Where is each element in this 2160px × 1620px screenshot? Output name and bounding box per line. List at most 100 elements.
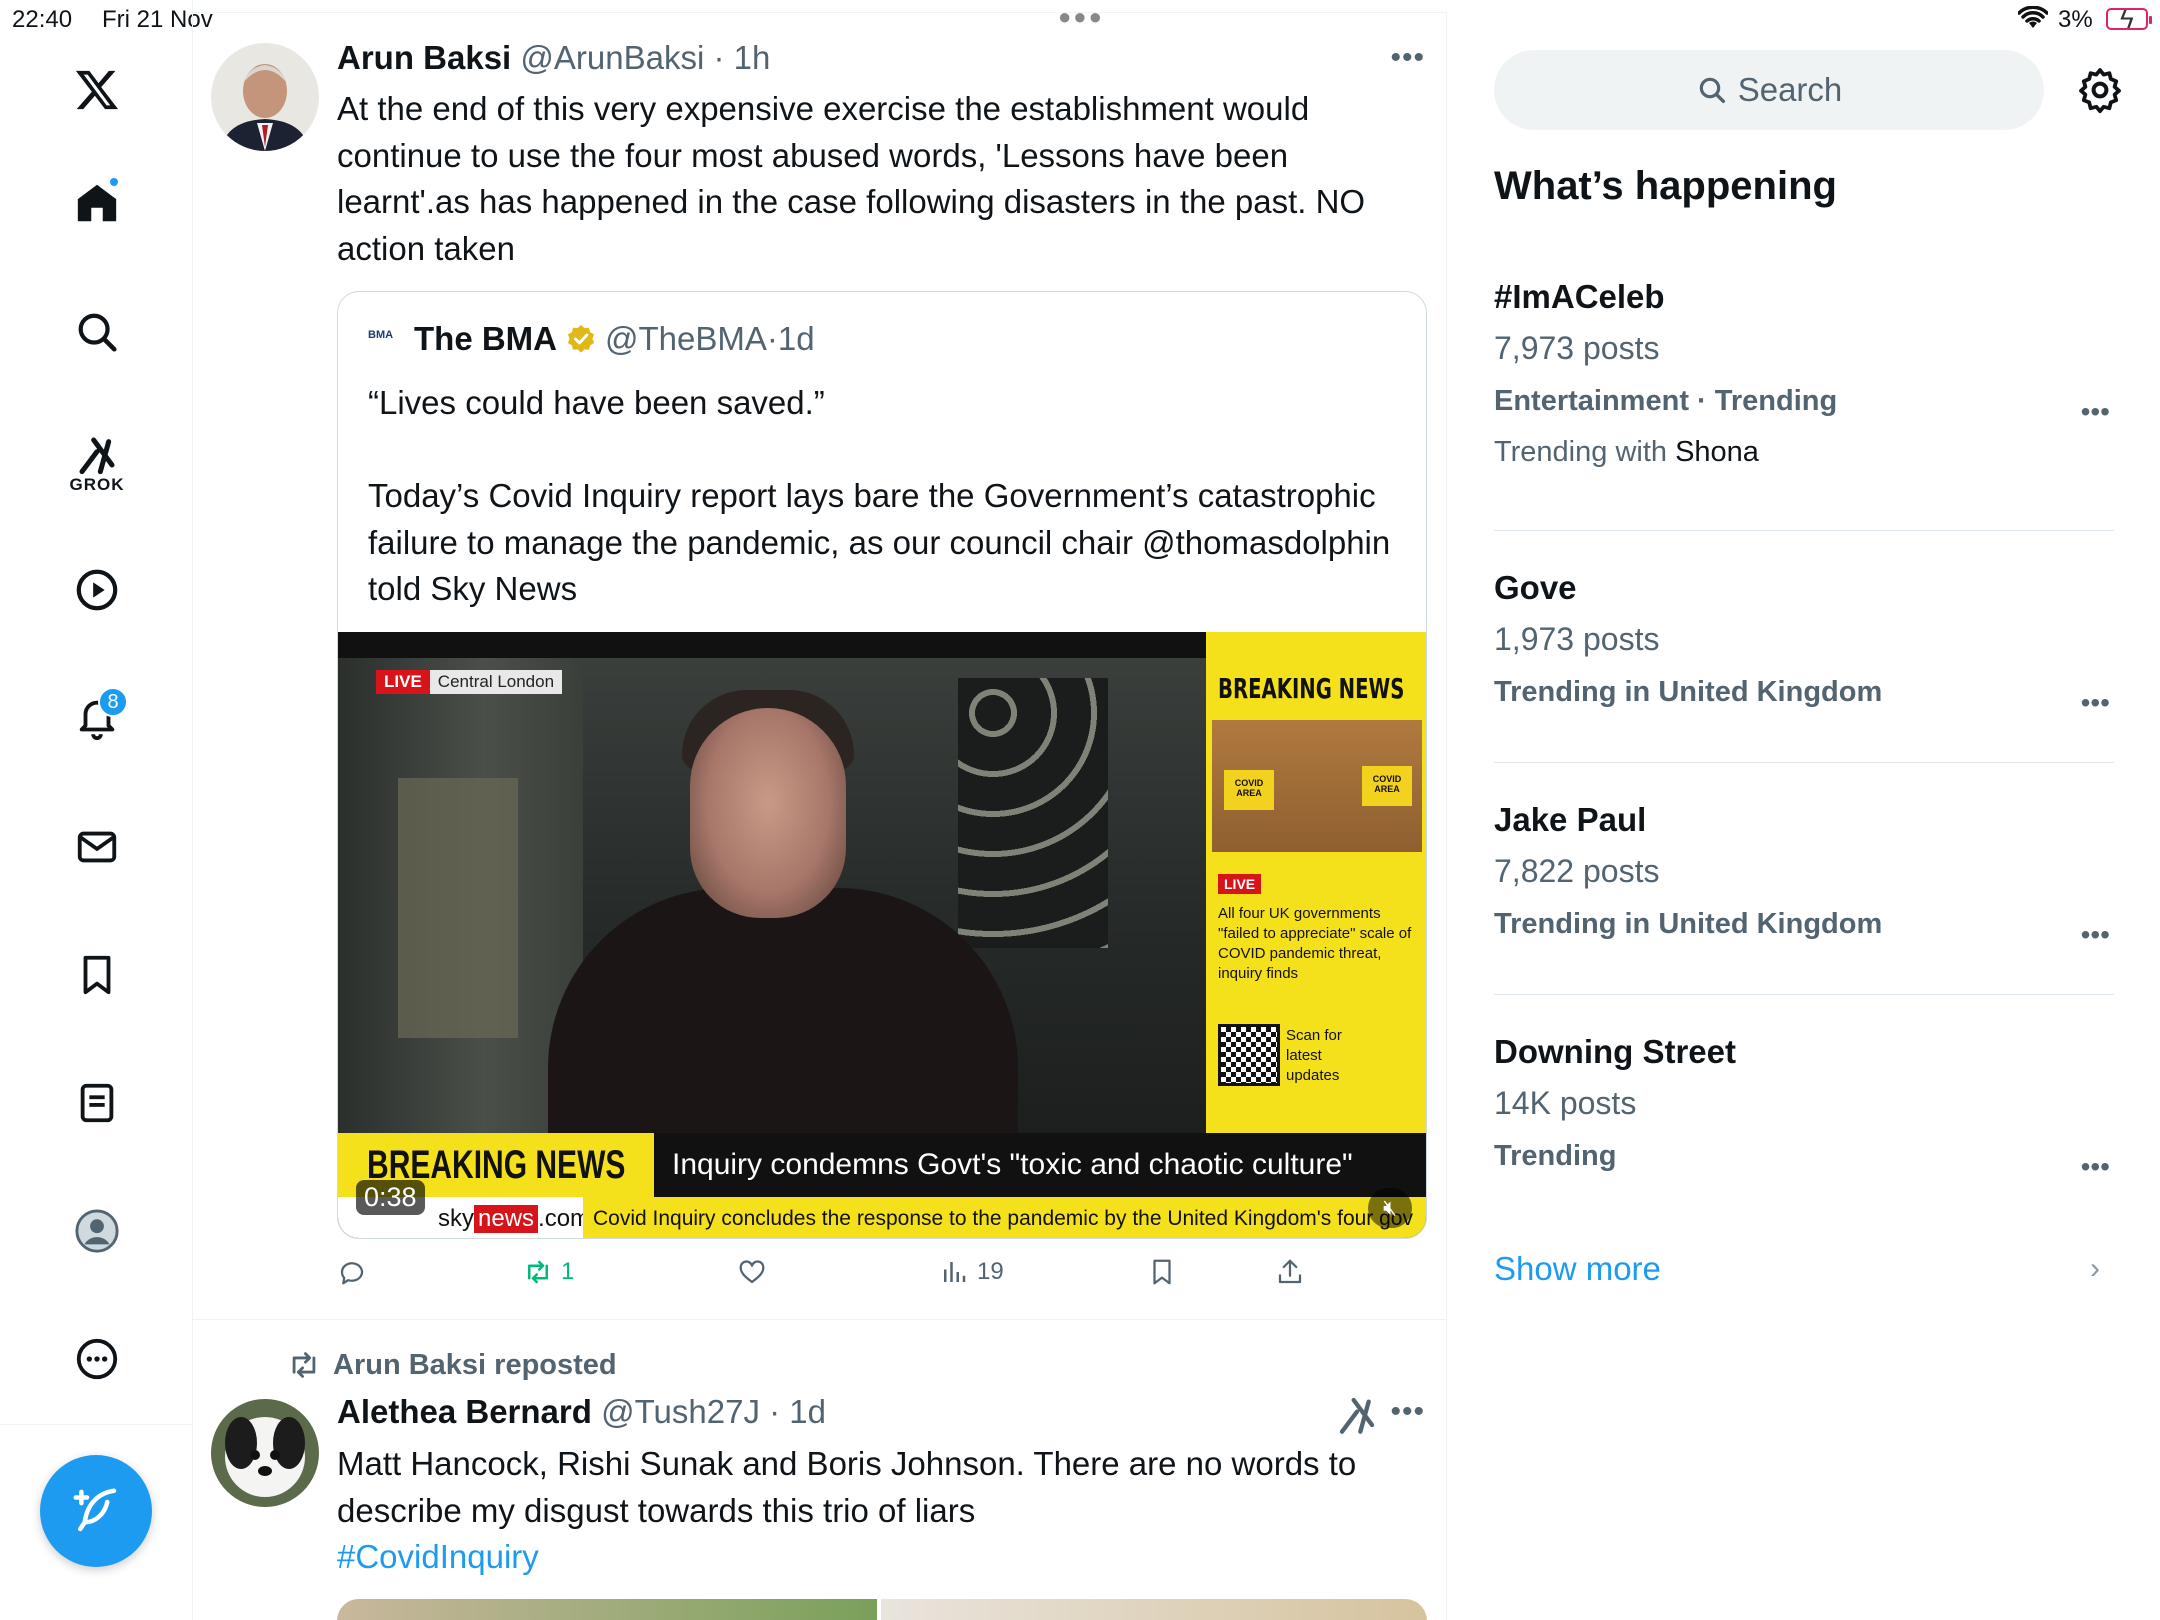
tweet-actions: 1 19 <box>337 1257 1427 1297</box>
trend-with: Trending with Shona <box>1494 436 2114 469</box>
breaking-news-side-panel: BREAKING NEWS COVID AREA COVID AREA LIVE… <box>1206 632 1426 1133</box>
trend-with-name: Shona <box>1675 436 1759 468</box>
trend-more-icon[interactable]: ••• <box>2081 687 2110 719</box>
covid-area-sign: COVID AREA <box>1362 766 1412 806</box>
live-label: LIVE <box>376 670 430 694</box>
nav-divider <box>0 1424 193 1425</box>
x-logo-icon[interactable] <box>62 55 132 125</box>
repost-icon <box>292 1352 316 1378</box>
trend-item[interactable]: Gove 1,973 posts Trending in United King… <box>1494 569 2114 718</box>
video-frame: LIVE Central London <box>338 658 1206 1133</box>
tweet-header: Alethea Bernard @Tush27J · 1d <box>337 1393 826 1431</box>
search-icon <box>1699 77 1725 104</box>
trend-posts: 14K posts <box>1494 1085 1637 1121</box>
quoted-author-handle[interactable]: @TheBMA <box>605 320 767 358</box>
trend-name: Jake Paul <box>1494 801 1647 838</box>
grok-explain-icon[interactable] <box>1337 1395 1377 1435</box>
live-location-tag: LIVE Central London <box>376 670 563 694</box>
reply-icon <box>340 1262 364 1285</box>
author-handle[interactable]: @Tush27J <box>601 1393 760 1430</box>
trend-item[interactable]: Jake Paul 7,822 posts Trending in United… <box>1494 801 2114 950</box>
trend-posts: 1,973 posts <box>1494 621 1660 657</box>
trend-more-icon[interactable]: ••• <box>2081 396 2110 428</box>
show-more-link[interactable]: Show more <box>1494 1250 1661 1288</box>
left-nav: GROK 8 <box>0 0 193 1620</box>
repost-context-label[interactable]: Arun Baksi reposted <box>333 1349 617 1382</box>
home-icon[interactable] <box>62 168 132 238</box>
trend-item[interactable]: Downing Street 14K posts Trending ••• <box>1494 1033 2114 1182</box>
settings-gear-icon[interactable] <box>2076 66 2124 114</box>
explore-search-icon[interactable] <box>62 297 132 367</box>
views-count: 19 <box>977 1258 1004 1285</box>
trend-more-icon[interactable]: ••• <box>2081 919 2110 951</box>
tweet-image-grid[interactable] <box>337 1599 1427 1620</box>
bookmark-button[interactable] <box>1147 1257 1185 1287</box>
tweet-more-icon[interactable]: ••• <box>1390 41 1425 75</box>
share-button[interactable] <box>1275 1257 1313 1287</box>
brand-prefix: sky <box>438 1204 474 1232</box>
messages-envelope-icon[interactable] <box>62 812 132 882</box>
grok-label: GROK <box>69 475 125 494</box>
views-chart-icon <box>944 1262 966 1282</box>
trend-category: Entertainment · Trending <box>1494 385 1838 417</box>
reporter-body <box>548 888 1018 1133</box>
tweet-author-avatar[interactable] <box>211 1399 319 1507</box>
trend-item[interactable]: #ImACeleb 7,973 posts Entertainment · Tr… <box>1494 278 2114 469</box>
search-placeholder: Search <box>1737 71 1843 108</box>
trend-divider <box>1494 994 2114 995</box>
quoted-author-name[interactable]: The BMA <box>414 320 557 358</box>
trend-more-icon[interactable]: ••• <box>2081 1151 2110 1183</box>
qr-code <box>1218 1024 1280 1086</box>
home-unread-dot <box>108 176 120 188</box>
mute-icon[interactable]: 🔇︎ <box>1368 1188 1412 1228</box>
covid-area-sign: COVID AREA <box>1224 770 1274 810</box>
lists-icon[interactable] <box>62 1068 132 1138</box>
tweet-text: At the end of this very expensive exerci… <box>337 90 1366 267</box>
trend-category: Trending in United Kingdom <box>1494 908 1883 940</box>
tweet-time[interactable]: 1h <box>734 39 771 76</box>
side-live-label: LIVE <box>1218 874 1262 894</box>
trend-divider <box>1494 762 2114 763</box>
profile-avatar-icon[interactable] <box>62 1196 132 1266</box>
tweet-time[interactable]: 1d <box>789 1393 826 1430</box>
side-breaking-news-title: BREAKING NEWS <box>1218 672 1405 705</box>
video-duration: 0:38 <box>356 1180 425 1215</box>
tweet-text: Matt Hancock, Rishi Sunak and Boris John… <box>337 1441 1417 1581</box>
trend-divider <box>1494 530 2114 531</box>
video-player[interactable]: LIVE Central London BREAKING NEWS COVID … <box>338 632 1426 1238</box>
tweet-image[interactable] <box>337 1599 877 1620</box>
side-panel-thumbnail: COVID AREA COVID AREA <box>1212 720 1422 852</box>
right-sidebar: Search What’s happening #ImACeleb 7,973 … <box>1448 0 2160 1620</box>
search-input[interactable]: Search <box>1494 50 2044 130</box>
tweet-more-icon[interactable]: ••• <box>1390 1395 1425 1429</box>
reporter-face <box>690 708 846 918</box>
tweet-image[interactable] <box>881 1599 1427 1620</box>
whats-happening-title: What’s happening <box>1494 164 1837 208</box>
compose-post-button[interactable] <box>40 1455 152 1567</box>
location-label: Central London <box>429 670 563 694</box>
bookmarks-icon[interactable] <box>62 940 132 1010</box>
video-play-icon[interactable] <box>62 555 132 625</box>
author-handle[interactable]: @ArunBaksi <box>520 39 704 76</box>
views-button[interactable]: 19 <box>939 1257 1004 1287</box>
lower-third: BREAKING NEWS Inquiry condemns Govt's "t… <box>338 1133 1426 1197</box>
quoted-tweet-time[interactable]: 1d <box>778 320 815 358</box>
grok-icon[interactable]: GROK <box>62 420 132 510</box>
trend-name: Downing Street <box>1494 1033 1737 1070</box>
heart-icon <box>739 1260 765 1284</box>
repost-context: Arun Baksi reposted <box>287 1348 617 1382</box>
timeline: Arun Baksi @ArunBaksi · 1h ••• At the en… <box>193 12 1447 1620</box>
quoted-tweet[interactable]: BMA The BMA @TheBMA · 1d “Lives could ha… <box>337 291 1427 1239</box>
hashtag-link[interactable]: #CovidInquiry <box>337 1538 539 1575</box>
reply-button[interactable] <box>337 1257 375 1287</box>
more-options-icon[interactable] <box>62 1324 132 1394</box>
repost-button[interactable]: 1 <box>523 1257 574 1287</box>
author-name[interactable]: Arun Baksi <box>337 39 511 76</box>
author-name[interactable]: Alethea Bernard <box>337 1393 592 1430</box>
tweet-author-avatar[interactable] <box>211 43 319 151</box>
separator-dot: · <box>766 320 778 357</box>
trend-category: Trending <box>1494 1140 1617 1172</box>
notifications-bell-icon[interactable]: 8 <box>62 683 132 753</box>
like-button[interactable] <box>737 1257 775 1287</box>
trend-posts: 7,822 posts <box>1494 853 1660 889</box>
